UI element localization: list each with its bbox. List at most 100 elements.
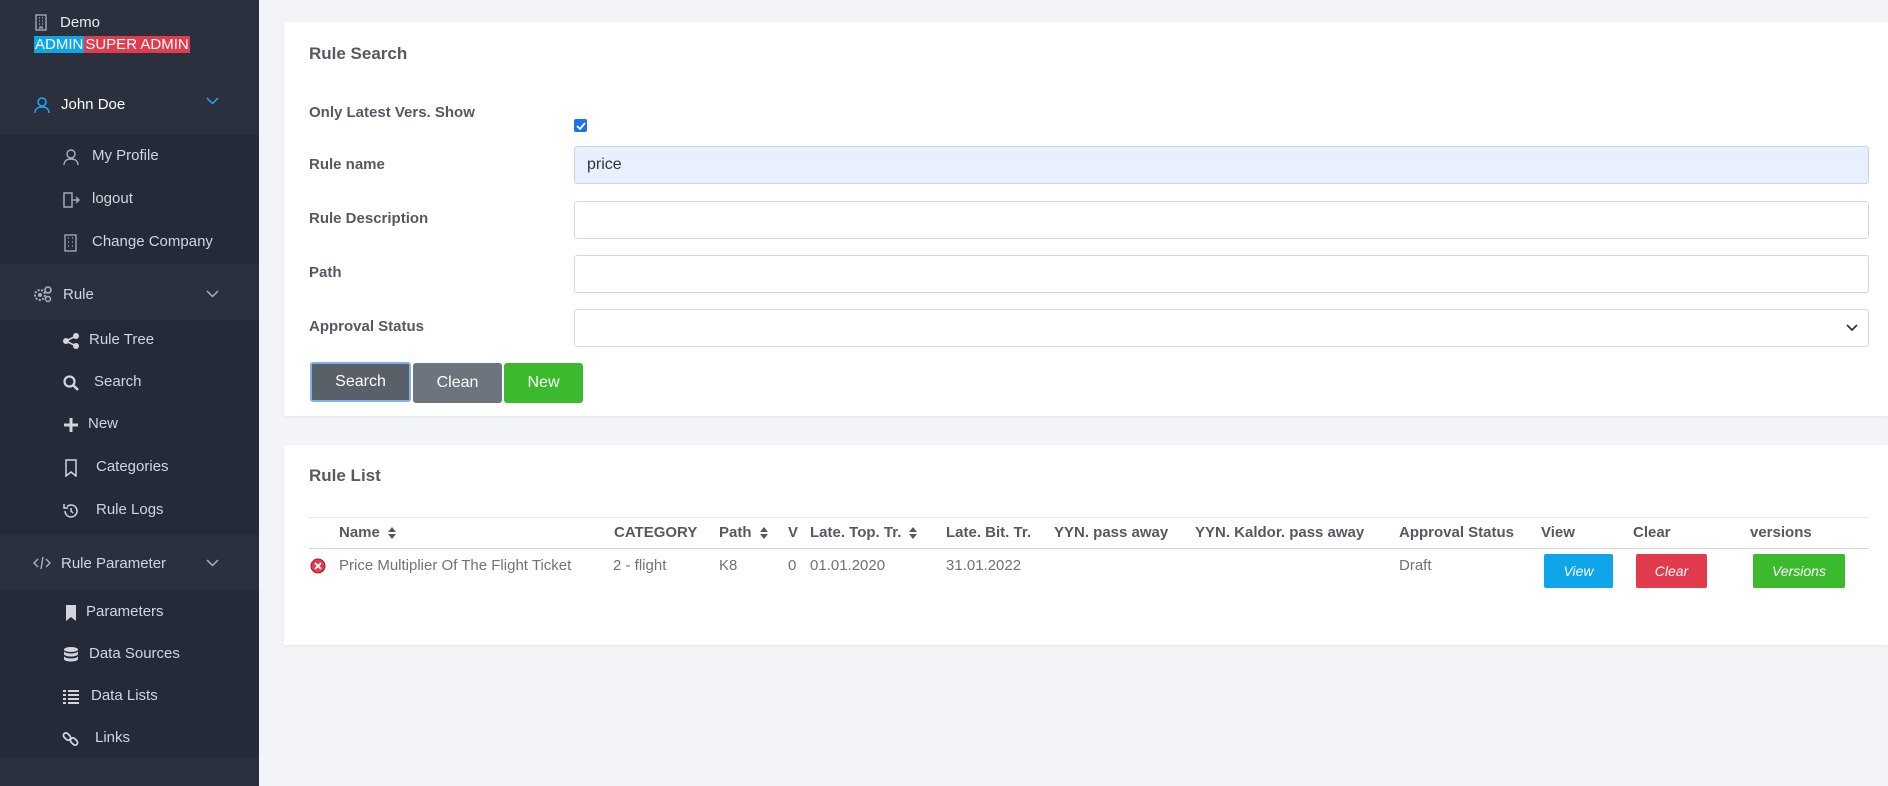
approval-status-label: Approval Status [309, 318, 425, 335]
sidebar-item-rule-logs[interactable]: Rule Logs [0, 490, 259, 530]
header-label: Name [339, 524, 380, 541]
rule-parameter-submenu: Parameters Data Sources Data Lists Links [0, 590, 259, 758]
sidebar-item-label: Rule Logs [96, 501, 164, 518]
brand: Demo ADMIN SUPER ADMIN [0, 0, 259, 63]
sidebar-item-new[interactable]: New [0, 404, 259, 444]
only-latest-checkbox[interactable] [574, 119, 587, 132]
role-badges: ADMIN SUPER ADMIN [34, 36, 190, 53]
rule-description-input[interactable] [574, 201, 1869, 239]
column-header-clear: Clear [1633, 524, 1671, 541]
rule-name-label: Rule name [309, 156, 385, 173]
plus-icon [64, 418, 78, 432]
gears-icon [34, 286, 52, 303]
sidebar-item-label: Data Sources [89, 645, 180, 662]
column-header-approval: Approval Status [1399, 524, 1515, 541]
column-header-versions: versions [1750, 524, 1812, 541]
logout-icon [63, 192, 80, 208]
header-label: Late. Top. Tr. [810, 524, 902, 541]
search-icon [63, 375, 79, 391]
sort-icon [909, 527, 918, 540]
column-header-view: View [1541, 524, 1575, 541]
check-icon [575, 121, 586, 130]
user-icon [63, 149, 79, 166]
cell-path: K8 [719, 557, 738, 574]
sidebar-item-categories[interactable]: Categories [0, 447, 259, 487]
path-label: Path [309, 264, 342, 281]
cell-late-top: 01.01.2020 [810, 557, 886, 574]
building-icon [35, 14, 47, 31]
sidebar-item-change-company[interactable]: Change Company [0, 222, 259, 262]
sidebar-item-data-lists[interactable]: Data Lists [0, 676, 259, 716]
view-button[interactable]: View [1544, 554, 1613, 588]
sidebar-item-label: logout [92, 190, 133, 207]
sidebar-item-rule-tree[interactable]: Rule Tree [0, 320, 259, 360]
rule-parameter-menu-toggle[interactable]: Rule Parameter [0, 537, 259, 589]
sidebar-item-label: Change Company [92, 233, 213, 250]
cell-late-bit: 31.01.2022 [946, 557, 1022, 574]
clear-button[interactable]: Clear [1636, 554, 1707, 588]
rule-parameter-menu-label: Rule Parameter [61, 554, 167, 572]
rule-submenu: Rule Tree Search New Categories Rule Log… [0, 320, 259, 535]
approval-status-select[interactable] [574, 309, 1869, 347]
chevron-down-icon [206, 97, 219, 105]
rule-list-card: Rule List [284, 445, 1888, 645]
chevron-down-icon [206, 559, 219, 567]
list-icon [63, 690, 79, 704]
cell-v: 0 [788, 557, 797, 574]
history-icon [63, 504, 78, 518]
error-circle-icon[interactable] [310, 558, 326, 574]
column-header-kaldor: YYN. Kaldor. pass away [1195, 524, 1365, 541]
cell-category: 2 - flight [613, 557, 667, 574]
new-button[interactable]: New [504, 363, 583, 403]
table-divider [309, 517, 1869, 518]
column-header-late-bit: Late. Bit. Tr. [946, 524, 1032, 541]
sidebar: Demo ADMIN SUPER ADMIN John Doe My Profil… [0, 0, 259, 786]
database-icon [64, 647, 78, 662]
share-icon [63, 333, 79, 349]
code-icon [33, 556, 51, 570]
column-header-late-top[interactable]: Late. Top. Tr. [810, 524, 918, 541]
column-header-yyn: YYN. pass away [1054, 524, 1169, 541]
sidebar-item-data-sources[interactable]: Data Sources [0, 634, 259, 674]
rule-name-input[interactable]: price [574, 146, 1869, 184]
chevron-down-icon [206, 290, 219, 298]
column-header-name[interactable]: Name [339, 524, 396, 541]
card-title: Rule Search [309, 44, 408, 63]
sidebar-item-label: Data Lists [91, 687, 158, 704]
sidebar-item-links[interactable]: Links [0, 718, 259, 758]
bookmark-filled-icon [66, 605, 76, 621]
sidebar-item-label: Categories [96, 458, 169, 475]
link-icon [62, 732, 79, 746]
column-header-category: CATEGORY [614, 524, 698, 541]
cell-approval-status: Draft [1399, 557, 1432, 574]
sidebar-item-label: Rule Tree [89, 331, 155, 348]
sidebar-item-search[interactable]: Search [0, 362, 259, 402]
user-menu-toggle[interactable]: John Doe [0, 80, 259, 129]
rule-menu-toggle[interactable]: Rule [0, 268, 259, 320]
header-label: Path [719, 524, 752, 541]
role-admin-badge: ADMIN [34, 36, 85, 53]
sort-icon [387, 527, 396, 540]
sidebar-item-parameters[interactable]: Parameters [0, 592, 259, 632]
building-icon [64, 234, 77, 252]
rule-menu-label: Rule [63, 285, 94, 303]
column-header-v: V [788, 524, 799, 541]
clean-button[interactable]: Clean [413, 363, 502, 403]
sidebar-item-label: New [88, 415, 119, 432]
cell-name: Price Multiplier Of The Flight Ticket [339, 557, 572, 574]
user-icon [34, 96, 50, 113]
role-super-badge: SUPER ADMIN [84, 36, 190, 53]
company-name: Demo [60, 14, 101, 31]
rule-description-label: Rule Description [309, 210, 429, 227]
sort-icon [759, 527, 768, 540]
sidebar-item-label: My Profile [92, 147, 159, 164]
path-input[interactable] [574, 255, 1869, 293]
bookmark-icon [65, 459, 77, 477]
table-divider [309, 548, 1869, 549]
sidebar-item-logout[interactable]: logout [0, 179, 259, 219]
column-header-path[interactable]: Path [719, 524, 768, 541]
only-latest-label: Only Latest Vers. Show [309, 104, 475, 121]
search-button[interactable]: Search [310, 362, 411, 402]
sidebar-item-my-profile[interactable]: My Profile [0, 136, 259, 176]
versions-button[interactable]: Versions [1753, 554, 1845, 588]
